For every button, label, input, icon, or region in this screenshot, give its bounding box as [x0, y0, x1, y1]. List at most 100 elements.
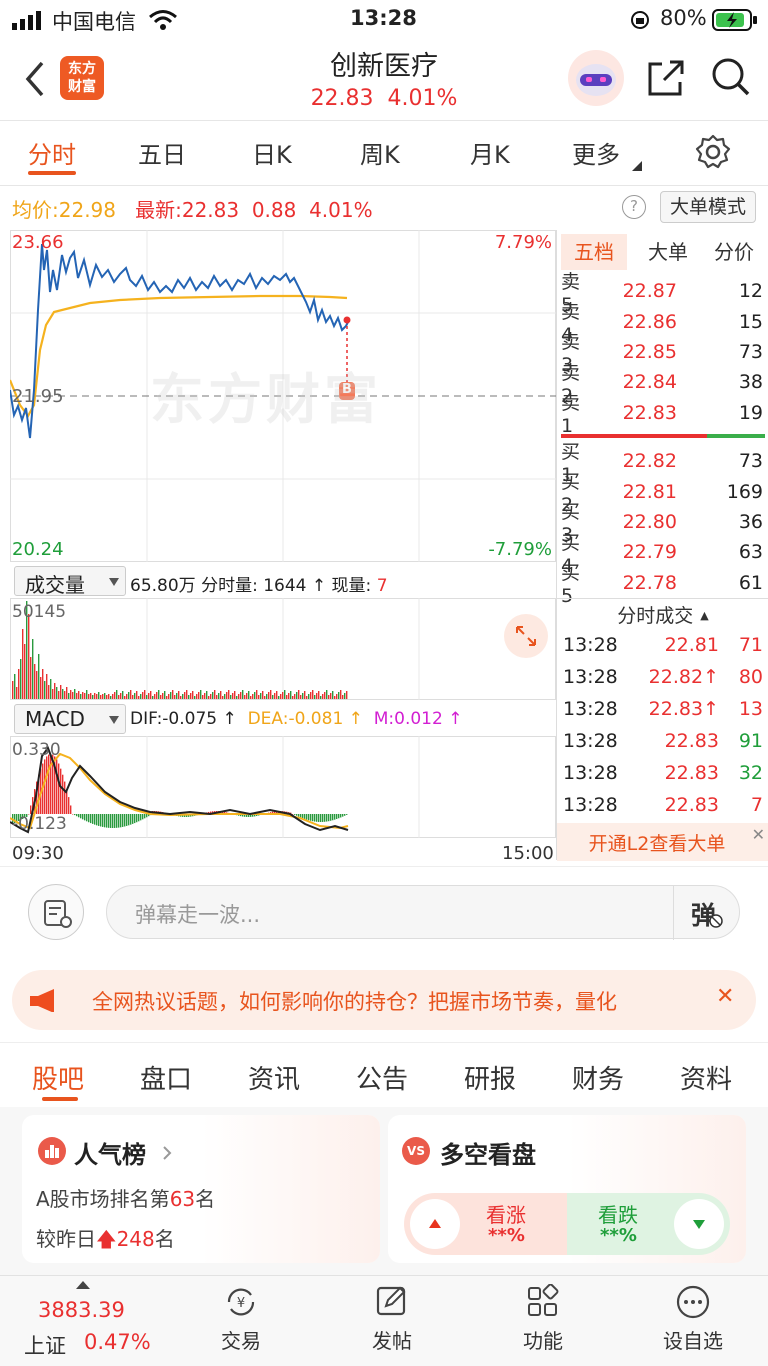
tick-volume-label: 分时量:	[201, 576, 258, 596]
ask-row[interactable]: 卖3 22.85 73	[557, 331, 768, 376]
macd-bar	[314, 814, 316, 822]
stock-header: 东方 财富 创新医疗 22.83 4.01%	[0, 40, 768, 120]
hot-topic-notice[interactable]: 全网热议话题，如何影响你的持仓？把握市场节奏，量化 ✕	[12, 970, 756, 1030]
ask-row[interactable]: 卖4 22.86 15	[557, 301, 768, 346]
macd-bar	[324, 814, 326, 822]
expand-icon	[516, 626, 536, 646]
tab-finance[interactable]: 财务	[572, 1059, 624, 1096]
volume-bar	[90, 693, 92, 699]
macd-header: MACD DIF:-0.075 ↑ DEA:-0.081 ↑ M:0.012 ↑	[10, 703, 556, 735]
volume-bar	[136, 691, 138, 699]
tab-level5[interactable]: 五档	[561, 234, 627, 270]
macd-dif: DIF:-0.075	[130, 709, 218, 729]
macd-bar	[342, 814, 344, 817]
macd-bar	[70, 805, 72, 814]
nav-function[interactable]: 功能	[488, 1283, 598, 1354]
share-icon[interactable]	[646, 58, 686, 98]
big-order-mode-button[interactable]: 大单模式	[660, 191, 756, 223]
tab-guba[interactable]: 股吧	[32, 1059, 84, 1096]
tab-intraday[interactable]: 分时	[28, 135, 76, 170]
macd-m: M:0.012	[373, 709, 443, 729]
assistant-avatar[interactable]	[568, 50, 624, 106]
macd-bar	[64, 781, 66, 814]
help-icon[interactable]: ?	[622, 195, 646, 219]
price-chart[interactable]: B 东方财富 23.66 21.95 20.24 7.79% -7.79%	[10, 230, 556, 562]
macd-bar	[108, 814, 110, 828]
danmu-off-icon	[709, 914, 723, 928]
volume-bar	[34, 664, 36, 699]
volume-bar	[314, 695, 316, 699]
volume-bar	[164, 691, 166, 699]
notice-text: 全网热议话题，如何影响你的持仓？把握市场节奏，量化	[92, 990, 617, 1014]
popularity-card[interactable]: 人气榜 A股市场排名第63名 较昨日🡅248名	[22, 1115, 380, 1263]
volume-selector[interactable]: 成交量	[14, 566, 126, 597]
nav-watchlist[interactable]: 设自选	[638, 1284, 748, 1354]
tab-research[interactable]: 研报	[464, 1059, 516, 1096]
ask-row[interactable]: 卖5 22.87 12	[557, 271, 768, 316]
app-logo[interactable]: 东方 财富	[60, 56, 104, 100]
bid-row[interactable]: 买1 22.82 73	[557, 441, 768, 486]
volume-bar	[112, 694, 114, 699]
danmu-input[interactable]: 弹幕走一波... 弹	[106, 885, 740, 940]
danmu-list-button[interactable]	[28, 884, 84, 940]
bear-button[interactable]	[674, 1199, 724, 1249]
volume-header: 成交量 65.80万 分时量: 1644 ↑ 现量: 7	[10, 565, 556, 597]
volume-bar	[86, 690, 88, 699]
nav-post[interactable]: 发帖	[337, 1284, 447, 1354]
tab-more[interactable]: 更多	[572, 135, 620, 170]
close-icon[interactable]: ✕	[752, 825, 765, 844]
tab-announcements[interactable]: 公告	[356, 1059, 408, 1096]
l2-banner-text: 开通L2查看大单	[588, 833, 726, 855]
macd-bar	[80, 814, 82, 819]
l2-banner[interactable]: 开通L2查看大单 ✕	[557, 823, 768, 861]
bid-row[interactable]: 买2 22.81 169	[557, 471, 768, 516]
robot-icon	[576, 64, 616, 96]
bid-row[interactable]: 买3 22.80 36	[557, 501, 768, 546]
more-dots-icon	[676, 1285, 710, 1319]
trade-row: 13:28 22.81 71	[563, 634, 763, 656]
bid-row[interactable]: 买4 22.79 63	[557, 532, 768, 577]
tab-day-k[interactable]: 日K	[252, 135, 292, 170]
sentiment-card[interactable]: VS 多空看盘 看涨 **% 看跌 **%	[388, 1115, 746, 1263]
volume-bar	[214, 690, 216, 699]
volume-bar	[224, 694, 226, 699]
tab-big-order[interactable]: 大单	[635, 234, 701, 270]
trades-title[interactable]: 分时成交 ▲	[557, 601, 768, 628]
volume-bar	[72, 692, 74, 699]
nav-trade[interactable]: ¥ 交易	[186, 1284, 296, 1354]
tab-month-k[interactable]: 月K	[470, 135, 510, 170]
indicator-selector[interactable]: MACD	[14, 704, 126, 734]
ask-row[interactable]: 卖1 22.83 19	[557, 392, 768, 437]
order-book: 五档 大单 分价 卖5 22.87 12 卖4 22.86 15 卖3 22.85 73 卖…	[556, 230, 768, 607]
index-ticker[interactable]: 3883.39 上证 0.47%	[18, 1276, 151, 1366]
tab-price-dist[interactable]: 分价	[701, 234, 767, 270]
volume-bar	[66, 687, 68, 699]
volume-bar	[252, 694, 254, 699]
popularity-title: 人气榜	[74, 1141, 146, 1169]
bull-button[interactable]	[410, 1199, 460, 1249]
ask-row[interactable]: 卖2 22.84 38	[557, 362, 768, 407]
latest-value: 22.83	[181, 198, 240, 222]
tab-profile[interactable]: 资料	[680, 1059, 732, 1096]
tick-trades: 分时成交 ▲ 13:28 22.81 71 13:28 22.82↑ 80 13:28 2…	[556, 598, 768, 861]
search-icon[interactable]	[710, 56, 752, 98]
volume-bar	[328, 695, 330, 699]
tab-news[interactable]: 资讯	[248, 1059, 300, 1096]
volume-chart[interactable]: 50145	[10, 598, 556, 700]
notice-close-icon[interactable]: ✕	[716, 984, 734, 1009]
bid-row[interactable]: 买5 22.78 61	[557, 562, 768, 607]
tab-week-k[interactable]: 周K	[360, 135, 400, 170]
settings-gear-icon[interactable]	[694, 133, 732, 171]
volume-bar	[300, 695, 302, 699]
back-icon[interactable]	[22, 60, 48, 98]
battery-percent: 80%	[660, 6, 707, 30]
tab-five-day[interactable]: 五日	[138, 135, 186, 170]
volume-bar	[330, 693, 332, 699]
macd-bar	[338, 814, 340, 819]
macd-chart[interactable]: 0.330 -0.123	[10, 736, 556, 838]
macd-bar	[300, 814, 302, 818]
expand-chart-button[interactable]	[504, 614, 548, 658]
volume-bar	[106, 695, 108, 699]
tab-pankou[interactable]: 盘口	[140, 1059, 192, 1096]
volume-bar	[238, 694, 240, 699]
